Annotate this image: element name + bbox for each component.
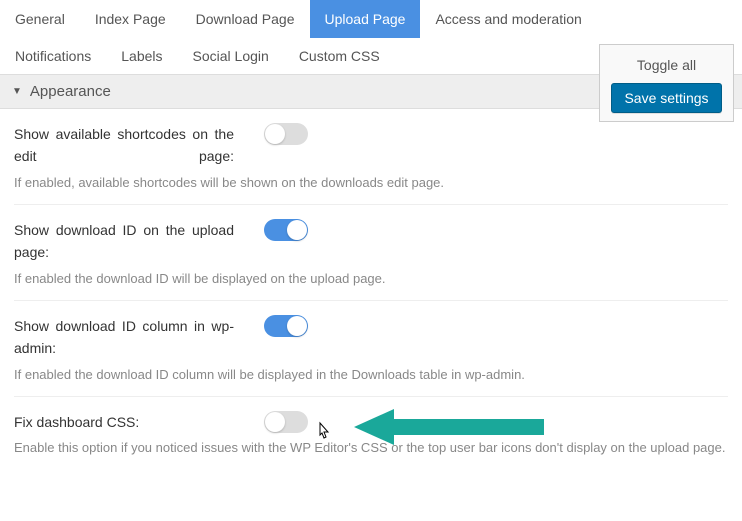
toggle-fix-dashboard-css[interactable] (264, 411, 308, 433)
settings-list: Show available shortcodes on the edit pa… (0, 109, 742, 469)
setting-row-show-download-id-column: Show download ID column in wp-admin: If e… (14, 301, 728, 397)
tab-labels[interactable]: Labels (106, 37, 177, 75)
tab-upload-page[interactable]: Upload Page (310, 0, 421, 38)
setting-label: Show download ID column in wp-admin: (14, 315, 244, 360)
setting-description: If enabled, available shortcodes will be… (14, 174, 728, 192)
tab-notifications[interactable]: Notifications (0, 37, 106, 75)
setting-label: Show available shortcodes on the edit pa… (14, 123, 244, 168)
save-settings-button[interactable]: Save settings (611, 83, 721, 113)
toggle-show-download-id-column[interactable] (264, 315, 308, 337)
tab-custom-css[interactable]: Custom CSS (284, 37, 395, 75)
toggle-show-download-id-upload[interactable] (264, 219, 308, 241)
tab-general[interactable]: General (0, 0, 80, 38)
setting-row-show-download-id-upload: Show download ID on the upload page: If e… (14, 205, 728, 301)
tab-download-page[interactable]: Download Page (181, 0, 310, 38)
tab-index-page[interactable]: Index Page (80, 0, 181, 38)
section-title: Appearance (30, 83, 111, 100)
setting-description: If enabled the download ID column will b… (14, 366, 728, 384)
annotation-arrow-icon (354, 405, 544, 452)
setting-row-fix-dashboard-css: Fix dashboard CSS:Enable this option if … (14, 397, 728, 470)
tab-social-login[interactable]: Social Login (178, 37, 284, 75)
setting-label: Show download ID on the upload page: (14, 219, 244, 264)
tab-access-and-moderation[interactable]: Access and moderation (420, 0, 596, 38)
save-panel: Toggle all Save settings (599, 44, 734, 122)
setting-row-show-shortcodes: Show available shortcodes on the edit pa… (14, 109, 728, 205)
settings-tabs: GeneralIndex PageDownload PageUpload Pag… (0, 0, 742, 75)
toggle-all-link[interactable]: Toggle all (608, 53, 725, 83)
setting-label: Fix dashboard CSS: (14, 411, 244, 433)
toggle-show-shortcodes[interactable] (264, 123, 308, 145)
setting-description: If enabled the download ID will be displ… (14, 270, 728, 288)
collapse-icon: ▼ (12, 86, 22, 97)
